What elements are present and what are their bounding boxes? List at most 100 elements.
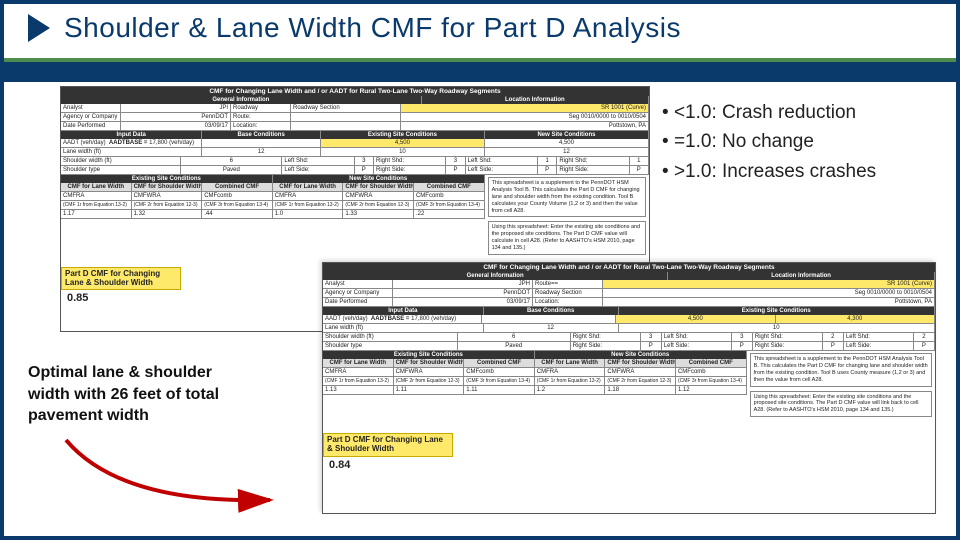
gap-cell xyxy=(291,113,401,121)
s2shnwr: Left Shd: xyxy=(844,333,914,341)
lane-base: 12 xyxy=(202,148,321,156)
aadt-l: AADT (veh/day) xyxy=(63,140,106,146)
s2-agency-v: PennDOT xyxy=(393,289,533,297)
s2r1a: 1.13 xyxy=(323,386,394,394)
roadway-v: Roadway Section xyxy=(291,104,401,112)
note-t: This spreadsheet is a supplement to the … xyxy=(488,177,646,217)
analyst-l: Analyst xyxy=(61,104,121,112)
s2shnwl: Right Shd: xyxy=(753,333,823,341)
bullet-crash-reduction: <1.0: Crash reduction xyxy=(662,98,934,127)
stnwl: Left Side: xyxy=(466,166,538,174)
slide: Shoulder & Lane Width CMF for Part D Ana… xyxy=(0,0,960,540)
st-l: Shoulder type xyxy=(61,166,181,174)
h3b: Combined CMF xyxy=(414,183,485,191)
s2-lane-base: 12 xyxy=(484,324,619,332)
shexr: Right Shd: xyxy=(374,157,446,165)
date-l: Date Performed xyxy=(61,122,121,130)
shnwrv: 1 xyxy=(630,157,649,165)
s2cmfra-b: CMFRA xyxy=(535,368,606,376)
sh-l: Shoulder width (ft) xyxy=(61,157,181,165)
s2-lane-l: Lane width (ft) xyxy=(323,324,484,332)
bullet-no-change: =1.0: No change xyxy=(662,127,934,156)
s2-sh-b: 6 xyxy=(458,333,571,341)
cmfra-b: CMFRA xyxy=(273,192,344,200)
s2h3b: Combined CMF xyxy=(676,359,747,367)
h2a: CMF for Shoulder Width and Type xyxy=(132,183,203,191)
shnwr: Right Shd: xyxy=(557,157,629,165)
stexrv: P xyxy=(446,166,465,174)
agency-l: Agency or Company xyxy=(61,113,121,121)
block-ex: Existing Site Conditions xyxy=(61,175,273,183)
s2fb2: (CMF 2r from Equation 12-3) xyxy=(605,377,676,385)
aadt-exist: 4,500 xyxy=(321,139,485,147)
route-v: SR 1001 (Curve) xyxy=(401,104,649,112)
s2-date-v: 03/09/17 xyxy=(393,298,533,306)
s2-exist-hdr: Existing Site Conditions xyxy=(619,307,935,315)
stnwr: Right Side: xyxy=(557,166,629,174)
s2shexrv: 3 xyxy=(732,333,753,341)
s2shnwlv: 2 xyxy=(823,333,844,341)
gap-cell-2 xyxy=(291,122,401,130)
s2fc2: (CMF 3r from Equation 13-4) xyxy=(676,377,747,385)
h3a: Combined CMF xyxy=(202,183,273,191)
sheet2-banner: CMF for Changing Lane Width and / or AAD… xyxy=(323,263,935,272)
gen-info-hdr: General Information xyxy=(61,96,422,104)
shnwl: Left Shd: xyxy=(466,157,538,165)
cmfwra-a: CMFWRA xyxy=(132,192,203,200)
s2shexl: Right Shd: xyxy=(571,333,641,341)
page-title: Shoulder & Lane Width CMF for Part D Ana… xyxy=(64,12,681,44)
s2-gen-a: General Information xyxy=(323,272,668,280)
s2-aadt-val: 17,800 xyxy=(411,316,429,322)
s2fb1: (CMF 2r from Equation 12-3) xyxy=(394,377,465,385)
roadway-l: Roadway xyxy=(231,104,291,112)
loc-v: Pottstown, PA xyxy=(401,122,649,130)
s2r1b: 1.11 xyxy=(394,386,465,394)
s2-aadt-u: (veh/day) xyxy=(431,316,456,322)
s2h3a: Combined CMF xyxy=(464,359,535,367)
stexlv: P xyxy=(355,166,374,174)
s2-seg-v: Seg 0010/0000 to 0010/0504 xyxy=(603,289,935,297)
s2-st-l: Shoulder type xyxy=(323,342,458,350)
s2-aadt-e2: 4,300 xyxy=(776,315,935,323)
s2h1a: CMF for Lane Width xyxy=(323,359,394,367)
aadt-b: AADTBASE = xyxy=(109,140,148,146)
r1c: .44 xyxy=(202,210,273,218)
sh-base: 6 xyxy=(181,157,282,165)
s2-analyst-l: Analyst xyxy=(323,280,393,288)
r2b: 1.33 xyxy=(343,210,414,218)
stexr: Right Side: xyxy=(374,166,446,174)
r1a: 1.17 xyxy=(61,210,132,218)
h2b: CMF for Shoulder Width and Type xyxy=(343,183,414,191)
s2-agency-l: Agency or Company xyxy=(323,289,393,297)
title-arrow-icon xyxy=(28,14,50,42)
s2h1b: CMF for Lane Width xyxy=(535,359,606,367)
s2stnwrv: P xyxy=(914,342,935,350)
optimal-caption: Optimal lane & shoulder width with 26 fe… xyxy=(28,362,240,427)
s2stexlv: P xyxy=(641,342,662,350)
partd-box: Part D CMF for Changing Lane & Shoulder … xyxy=(61,267,181,291)
lane-new: 12 xyxy=(485,148,649,156)
shexl: Left Shd: xyxy=(282,157,354,165)
s2fa2: (CMF 1r from Equation 13-2) xyxy=(535,377,606,385)
cmfwra-b: CMFWRA xyxy=(343,192,414,200)
aadt-val: 17,800 xyxy=(149,140,167,146)
date-v: 03/09/17 xyxy=(121,122,231,130)
s2-seg-l: Roadway Section xyxy=(533,289,603,297)
s2-block-ex: Existing Site Conditions xyxy=(323,351,535,359)
stnwrv: P xyxy=(630,166,649,174)
fa1: (CMF 1r from Equation 13-2) xyxy=(61,201,132,209)
s2-aadt-e1: 4,500 xyxy=(616,315,775,323)
s2h2a: CMF for Shoulder Width and Type xyxy=(394,359,465,367)
s2r2b: 1.18 xyxy=(605,386,676,394)
s2-note-t: This spreadsheet is a supplement to the … xyxy=(750,353,932,387)
cmf-meaning-list: <1.0: Crash reduction =1.0: No change >1… xyxy=(662,98,934,186)
s2shnwrv: 2 xyxy=(914,333,935,341)
input-hdr: Input Data xyxy=(61,131,202,139)
s2-aadt-l: AADT (veh/day) xyxy=(325,316,368,322)
shexlv: 3 xyxy=(355,157,374,165)
st-base: Paved xyxy=(181,166,282,174)
lane-l: Lane width (ft) xyxy=(61,148,202,156)
s2-roadway-l: Route== xyxy=(533,280,603,288)
s2stexr: Left Side: xyxy=(662,342,732,350)
r2c: .22 xyxy=(414,210,485,218)
